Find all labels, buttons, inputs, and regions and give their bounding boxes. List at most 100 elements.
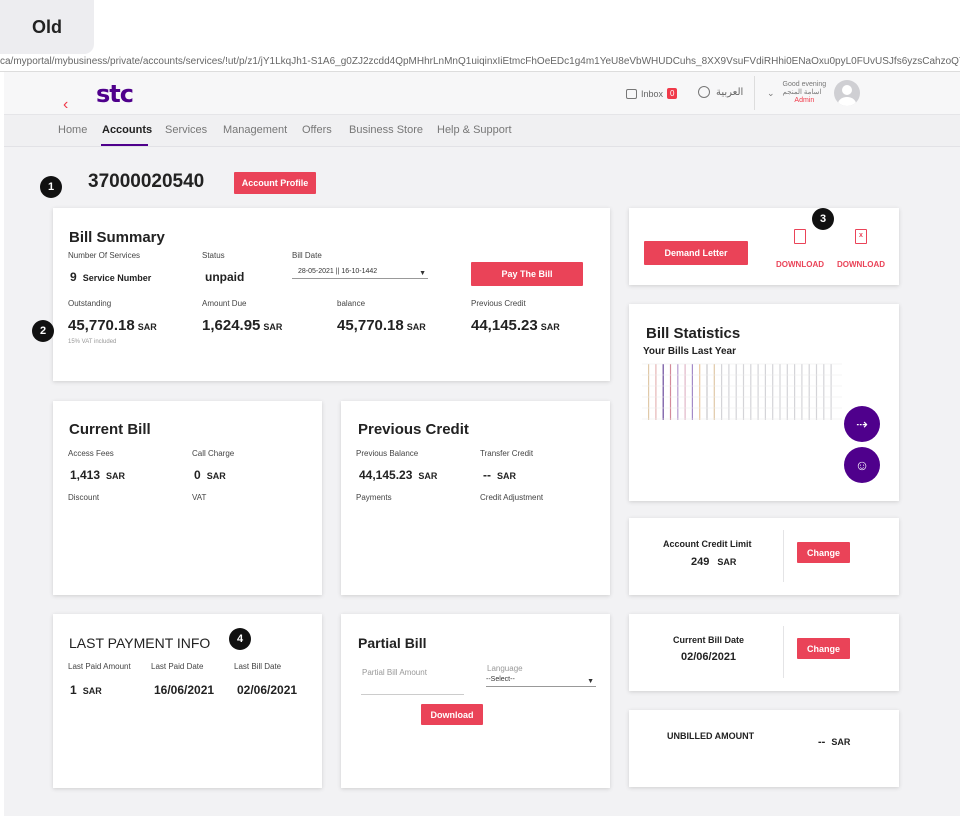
amount-due-label: Amount Due — [202, 299, 247, 308]
bill-date-select[interactable]: 28-05-2021 || 16-10-1442 ▼ — [292, 268, 428, 279]
marker-3: 3 — [812, 208, 834, 230]
status-label: Status — [202, 251, 225, 260]
download-excel-button[interactable]: x DOWNLOAD — [836, 229, 886, 269]
current-bill-date-label: Current Bill Date — [673, 635, 745, 645]
chart-bar — [713, 364, 715, 420]
amount-due-value: 1,624.95 SAR — [202, 317, 283, 334]
bill-summary-title: Bill Summary — [69, 229, 165, 246]
chart-bar — [830, 364, 832, 420]
access-fees-label: Access Fees — [68, 449, 114, 458]
nav-services[interactable]: Services — [165, 124, 207, 136]
language-label: Language — [487, 664, 523, 673]
dropdown-arrow-icon: ▼ — [419, 270, 426, 277]
chart-bar — [691, 364, 693, 420]
account-profile-button[interactable]: Account Profile — [234, 172, 316, 194]
chat-icon[interactable]: ☺ — [844, 447, 880, 483]
transfer-credit-value: -- SAR — [483, 468, 517, 482]
pdf-icon — [794, 229, 806, 244]
stc-logo[interactable]: stc — [96, 80, 134, 108]
change-bill-date-button[interactable]: Change — [797, 638, 850, 659]
balance-value: 45,770.18 SAR — [337, 317, 426, 334]
chart-bar — [706, 364, 708, 420]
language-select[interactable]: --Select-- ▼ — [486, 676, 596, 687]
credit-limit-card — [629, 518, 899, 595]
chart-bar — [764, 364, 766, 420]
pay-bill-button[interactable]: Pay The Bill — [471, 262, 583, 286]
demand-letter-button[interactable]: Demand Letter — [644, 241, 748, 265]
nav-help-support[interactable]: Help & Support — [437, 124, 512, 136]
credit-adjustment-label: Credit Adjustment — [480, 493, 544, 502]
language-switch[interactable]: العربية — [698, 86, 743, 98]
greeting-text: Good evening — [782, 81, 827, 88]
num-services-label: Number Of Services — [68, 251, 141, 260]
language-label: العربية — [716, 86, 744, 98]
chart-bar — [815, 364, 818, 420]
partial-bill-title: Partial Bill — [358, 635, 427, 651]
last-paid-amount-value: 1 SAR — [70, 683, 102, 697]
chart-bar — [757, 364, 759, 420]
call-charge-label: Call Charge — [192, 449, 235, 458]
signpost-icon[interactable]: ⇢ — [844, 406, 880, 442]
previous-credit-value: 44,145.23 SAR — [471, 317, 560, 334]
user-menu[interactable]: ⌄ Good evening اسامة المنجم Admin — [754, 76, 861, 110]
divider — [783, 530, 784, 582]
bill-statistics-subtitle: Your Bills Last Year — [643, 346, 737, 357]
bill-statistics-chart[interactable] — [642, 358, 842, 422]
download-pdf-button[interactable]: DOWNLOAD — [775, 229, 825, 269]
chevron-down-icon: ⌄ — [767, 87, 775, 98]
inbox-label: Inbox — [641, 88, 664, 99]
chart-bar — [684, 364, 686, 420]
nav-home[interactable]: Home — [58, 124, 87, 136]
outstanding-value: 45,770.18 SAR — [68, 317, 157, 334]
partial-bill-amount-input[interactable] — [361, 694, 464, 695]
partial-bill-download-button[interactable]: Download — [421, 704, 483, 725]
previous-balance-value: 44,145.23 SAR — [359, 468, 438, 482]
avatar[interactable] — [834, 80, 861, 106]
partial-bill-amount-placeholder: Partial Bill Amount — [362, 668, 427, 677]
current-bill-title: Current Bill — [69, 421, 151, 438]
inbox-icon — [626, 88, 637, 99]
globe-icon — [698, 86, 710, 98]
chart-bar — [786, 364, 788, 420]
inbox-link[interactable]: Inbox 0 — [626, 88, 678, 99]
nav-business-store[interactable]: Business Store — [349, 124, 423, 136]
chart-bar — [677, 364, 679, 420]
call-charge-value: 0 SAR — [194, 468, 226, 482]
vat-label: VAT — [192, 493, 207, 502]
account-number: 37000020540 — [88, 171, 205, 192]
bill-date-label: Bill Date — [292, 251, 322, 260]
payments-label: Payments — [356, 493, 392, 502]
status-value: unpaid — [205, 270, 245, 284]
greeting-block: Good evening اسامة المنجم Admin — [783, 81, 827, 105]
marker-1: 1 — [40, 176, 62, 198]
chart-bar — [662, 364, 664, 420]
chart-bar — [742, 364, 745, 420]
nav-accounts[interactable]: Accounts — [102, 124, 152, 136]
balance-label: balance — [337, 299, 366, 308]
last-paid-date-value: 16/06/2021 — [154, 683, 215, 697]
url-bar[interactable]: ca/myportal/mybusiness/private/accounts/… — [0, 56, 960, 72]
chart-bar — [669, 364, 672, 420]
last-paid-amount-label: Last Paid Amount — [68, 662, 131, 671]
divider — [783, 626, 784, 678]
credit-limit-label: Account Credit Limit — [663, 539, 752, 549]
back-chevron-icon[interactable]: ‹ — [63, 96, 68, 114]
chart-bar — [721, 364, 723, 420]
dropdown-arrow-icon: ▼ — [587, 678, 594, 685]
current-bill-date-card — [629, 614, 899, 691]
unbilled-amount-label: UNBILLED AMOUNT — [667, 731, 755, 741]
unbilled-amount-value: -- SAR — [818, 736, 851, 748]
nav-offers[interactable]: Offers — [302, 124, 332, 136]
user-role: Admin — [794, 97, 815, 104]
chart-bar — [801, 364, 803, 420]
discount-label: Discount — [68, 493, 100, 502]
change-credit-limit-button[interactable]: Change — [797, 542, 850, 563]
nav-management[interactable]: Management — [223, 124, 287, 136]
version-tag: Old — [0, 0, 94, 54]
chart-bar — [648, 364, 650, 420]
last-bill-date-value: 02/06/2021 — [237, 683, 298, 697]
num-services-value: 9 Service Number — [70, 270, 152, 284]
user-name: اسامة المنجم — [782, 89, 822, 96]
vat-note: 15% VAT included — [68, 339, 117, 345]
chart-bar — [750, 364, 752, 420]
